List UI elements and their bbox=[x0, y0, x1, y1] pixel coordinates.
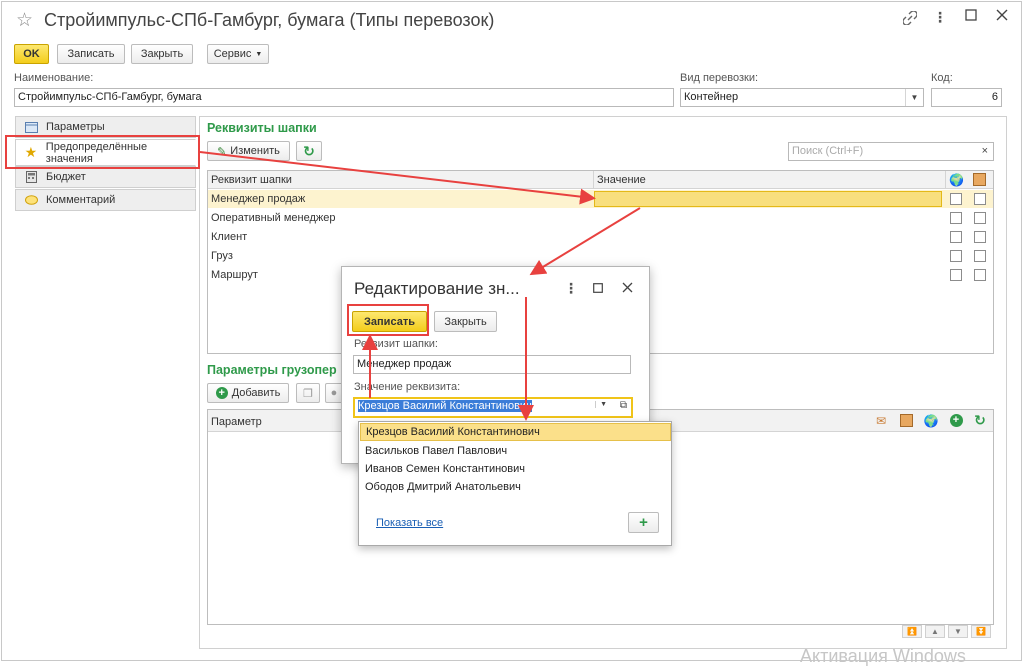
annotation-arrows bbox=[199, 151, 641, 421]
annotation-arrow bbox=[529, 207, 641, 276]
annotation-arrow bbox=[199, 151, 596, 205]
windows-activation-watermark: Активация Windows bbox=[800, 646, 966, 666]
